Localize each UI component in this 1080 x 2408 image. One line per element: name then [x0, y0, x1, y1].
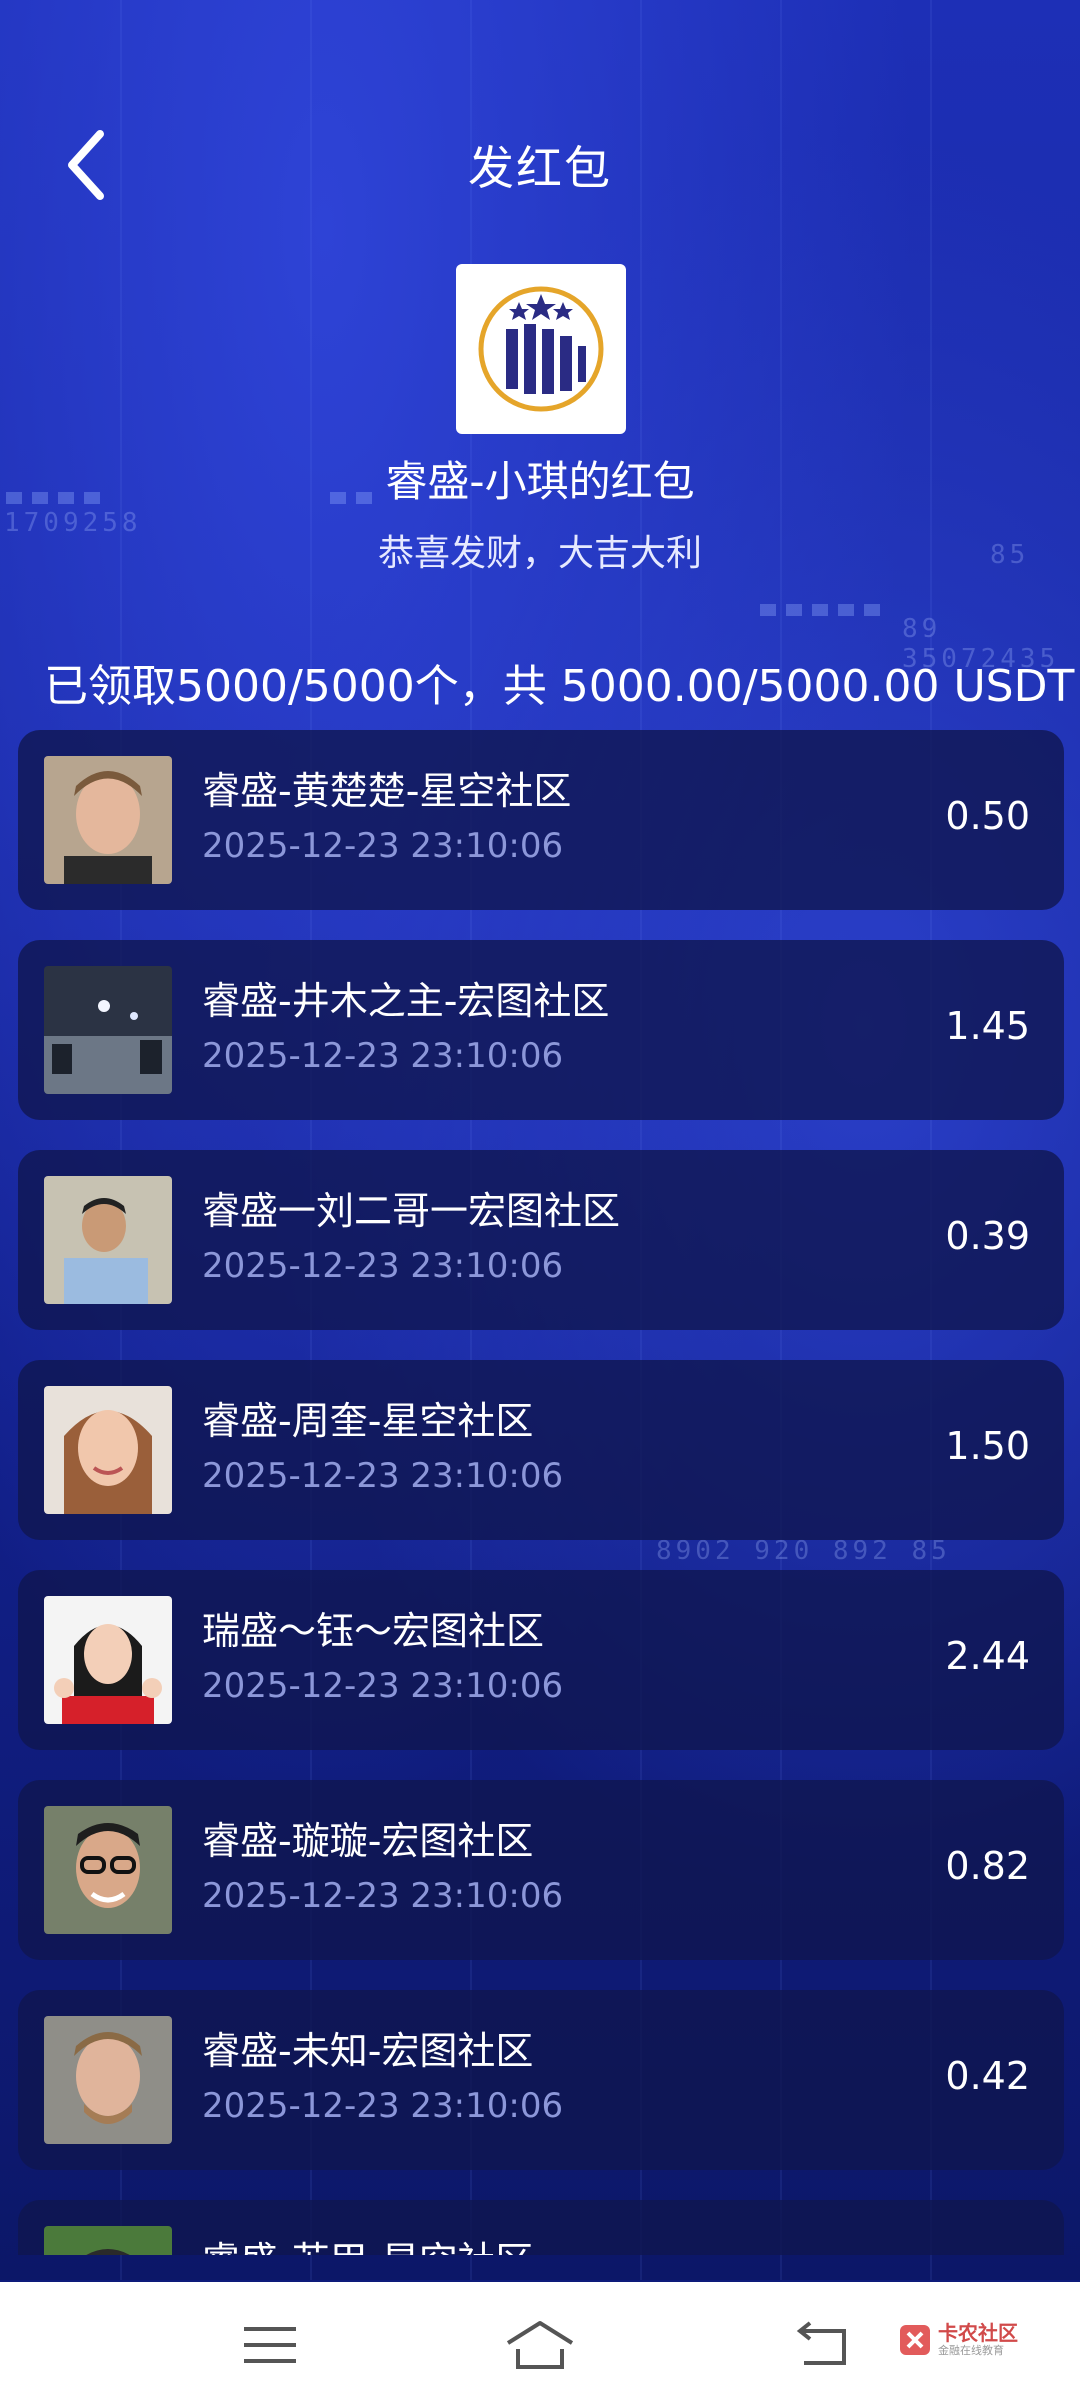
avatar [44, 1596, 172, 1724]
claim-list[interactable]: 睿盛-黄楚楚-星空社区 2025-12-23 23:10:06 0.50 睿盛-… [18, 730, 1064, 2255]
watermark: 卡农社区 金融在线教育 [898, 2322, 1018, 2358]
record-time: 2025-12-23 23:10:06 [202, 1456, 564, 1496]
record-name: 睿盛-井木之主-宏图社区 [202, 979, 610, 1023]
home-icon [506, 2321, 574, 2369]
sender-name: 睿盛-小琪的红包 [385, 457, 695, 506]
record-time: 2025-12-23 23:10:06 [202, 1036, 564, 1076]
record-time: 2025-12-23 23:10:06 [202, 1666, 564, 1706]
record-name: 睿盛-周奎-星空社区 [202, 1399, 534, 1443]
list-item[interactable]: 睿盛-璇璇-宏图社区 2025-12-23 23:10:06 0.82 [18, 1780, 1064, 1960]
avatar [44, 1806, 172, 1934]
back-nav-button[interactable] [784, 2312, 864, 2378]
record-name: 睿盛-黄楚楚-星空社区 [202, 769, 572, 813]
record-name: 睿盛-苏甲-星空社区 [202, 2230, 533, 2255]
record-time: 2025-12-23 23:10:06 [202, 2086, 564, 2126]
menu-button[interactable] [230, 2312, 310, 2378]
logo-stars-bars-icon [478, 286, 604, 412]
return-icon [796, 2321, 846, 2365]
record-amount: 2.44 [945, 1634, 1030, 1678]
record-time: 2025-12-23 23:10:06 [202, 826, 564, 866]
home-button[interactable] [500, 2312, 580, 2378]
list-item[interactable]: 睿盛-周奎-星空社区 2025-12-23 23:10:06 1.50 [18, 1360, 1064, 1540]
page-title: 发红包 [468, 141, 612, 195]
watermark-subtitle: 金融在线教育 [938, 2344, 1004, 2357]
record-amount: 0.82 [945, 1844, 1030, 1888]
menu-icon [244, 2327, 296, 2363]
record-name: 睿盛-未知-宏图社区 [202, 2029, 534, 2073]
list-item[interactable]: 睿盛-苏甲-星空社区 [18, 2200, 1064, 2255]
watermark-logo-icon [900, 2325, 930, 2355]
record-time: 2025-12-23 23:10:06 [202, 1876, 564, 1916]
avatar [44, 2016, 172, 2144]
avatar [44, 966, 172, 1094]
sender-logo [456, 264, 626, 434]
record-amount: 0.39 [945, 1214, 1030, 1258]
avatar [44, 756, 172, 884]
record-amount: 0.50 [945, 794, 1030, 838]
list-item[interactable]: 睿盛-未知-宏图社区 2025-12-23 23:10:06 0.42 [18, 1990, 1064, 2170]
avatar [44, 2226, 172, 2255]
record-amount: 0.42 [945, 2054, 1030, 2098]
system-nav-bar: 卡农社区 金融在线教育 [0, 2282, 1080, 2408]
record-time: 2025-12-23 23:10:06 [202, 1246, 564, 1286]
avatar [44, 1176, 172, 1304]
avatar [44, 1386, 172, 1514]
header: 发红包 [0, 110, 1080, 220]
record-name: 睿盛-璇璇-宏图社区 [202, 1819, 534, 1863]
record-name: 睿盛一刘二哥一宏图社区 [202, 1189, 621, 1233]
watermark-title: 卡农社区 [938, 2321, 1018, 2345]
list-item[interactable]: 瑞盛～钰～宏图社区 2025-12-23 23:10:06 2.44 [18, 1570, 1064, 1750]
greeting-text: 恭喜发财，大吉大利 [377, 533, 702, 574]
record-amount: 1.50 [945, 1424, 1030, 1468]
record-amount: 1.45 [945, 1004, 1030, 1048]
record-name: 瑞盛～钰～宏图社区 [202, 1609, 545, 1653]
list-item[interactable]: 睿盛一刘二哥一宏图社区 2025-12-23 23:10:06 0.39 [18, 1150, 1064, 1330]
list-item[interactable]: 睿盛-黄楚楚-星空社区 2025-12-23 23:10:06 0.50 [18, 730, 1064, 910]
claim-summary: 已领取5000/5000个，共 5000.00/5000.00 USDT [44, 661, 1075, 712]
list-item[interactable]: 睿盛-井木之主-宏图社区 2025-12-23 23:10:06 1.45 [18, 940, 1064, 1120]
